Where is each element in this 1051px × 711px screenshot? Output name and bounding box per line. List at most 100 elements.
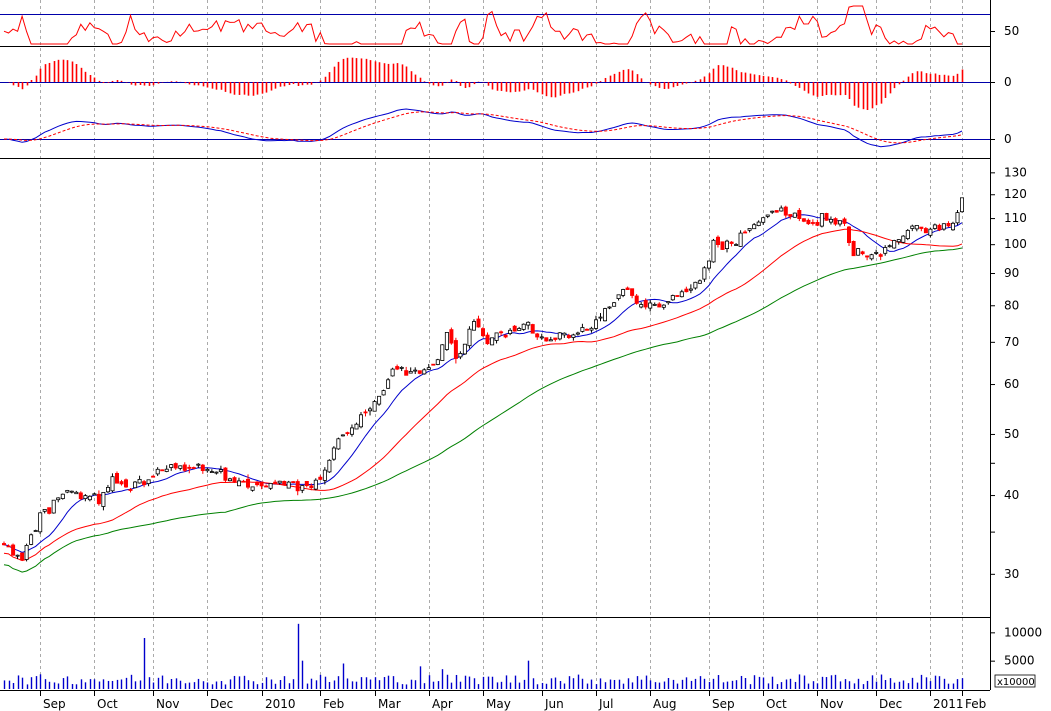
candle [449,327,454,345]
price-tick-label: 100 [1004,237,1027,251]
candle [232,476,237,483]
chart-background [0,0,1051,711]
candle [819,213,824,228]
price-tick-label: 90 [1004,266,1019,280]
candle [774,210,779,213]
candle [282,480,287,486]
candle [670,294,675,301]
candle [372,399,377,412]
month-label: 2010 [265,697,296,711]
candle [634,294,639,305]
candle [358,412,363,429]
candle [51,499,56,514]
month-label: Nov [156,697,179,711]
candle [530,323,535,334]
candle [440,344,445,361]
month-label: Apr [432,697,453,711]
candle [60,493,65,500]
candle [431,363,436,366]
candle [512,325,517,332]
macd-tick-label: 0 [1004,132,1012,146]
month-label: Mar [378,697,401,711]
candle [892,239,897,249]
price-tick-label: 50 [1004,427,1019,441]
price-tick-label: 70 [1004,335,1019,349]
candle [133,481,138,489]
month-label: Oct [766,697,787,711]
candle [480,327,485,338]
volume-tick-label: 5000 [1004,654,1035,668]
candle [603,307,608,322]
candle [47,507,52,515]
candle [381,389,386,396]
candle [331,446,336,461]
month-label: Dec [879,697,902,711]
month-label: 2011 [933,697,964,711]
candle [444,331,449,351]
price-tick-label: 110 [1004,211,1027,225]
candle [801,218,806,223]
candle [417,370,422,375]
candle [467,326,472,349]
volume-tick-label: 10000 [1004,625,1042,639]
month-label: Jun [544,697,564,711]
candle [78,491,83,501]
candle [386,377,391,389]
candle [377,395,382,406]
candle [711,238,716,263]
stock-chart: 500013012011010090807060504030100005000x… [0,0,1051,711]
candle [327,459,332,473]
candle [115,471,120,484]
candle [462,343,467,355]
candle [24,543,29,562]
price-tick-label: 60 [1004,377,1019,391]
candle [223,467,228,483]
candle [521,323,526,331]
candle [738,230,743,247]
candle [160,469,165,472]
candle [824,212,829,221]
candle [851,240,856,257]
month-label: Feb [965,697,986,711]
month-label: Nov [820,697,843,711]
candle [901,235,906,244]
month-label: Feb [323,697,344,711]
candle [38,512,43,535]
candle [675,295,680,297]
month-label: Dec [210,697,233,711]
candle [29,533,34,546]
candle [390,367,395,377]
candle [340,434,345,437]
month-label: Sep [712,697,735,711]
candle [291,481,296,484]
candle [20,552,25,561]
candle [612,301,617,307]
rsi-tick-label: 50 [1004,24,1019,38]
candle [960,197,965,213]
candle [313,478,318,491]
month-label: Oct [97,697,118,711]
candle [286,480,291,489]
month-label: May [486,697,511,711]
candle [124,478,129,488]
candle [792,212,797,218]
candle [336,437,341,450]
price-tick-label: 80 [1004,298,1019,312]
price-tick-label: 30 [1004,567,1019,581]
month-label: Jul [598,697,613,711]
candle [856,248,861,256]
candle [11,543,16,556]
price-tick-label: 40 [1004,488,1019,502]
candle [720,241,725,251]
histogram-tick-label: 0 [1004,75,1012,89]
price-tick-label: 130 [1004,165,1027,179]
candle [544,337,549,342]
volume-unit-label: x10000 [997,677,1035,688]
month-label: Sep [43,697,66,711]
candle [955,209,960,225]
month-label: Aug [653,697,676,711]
candle [905,229,910,241]
candle [490,337,495,346]
candle [435,358,440,366]
candle [833,217,838,226]
